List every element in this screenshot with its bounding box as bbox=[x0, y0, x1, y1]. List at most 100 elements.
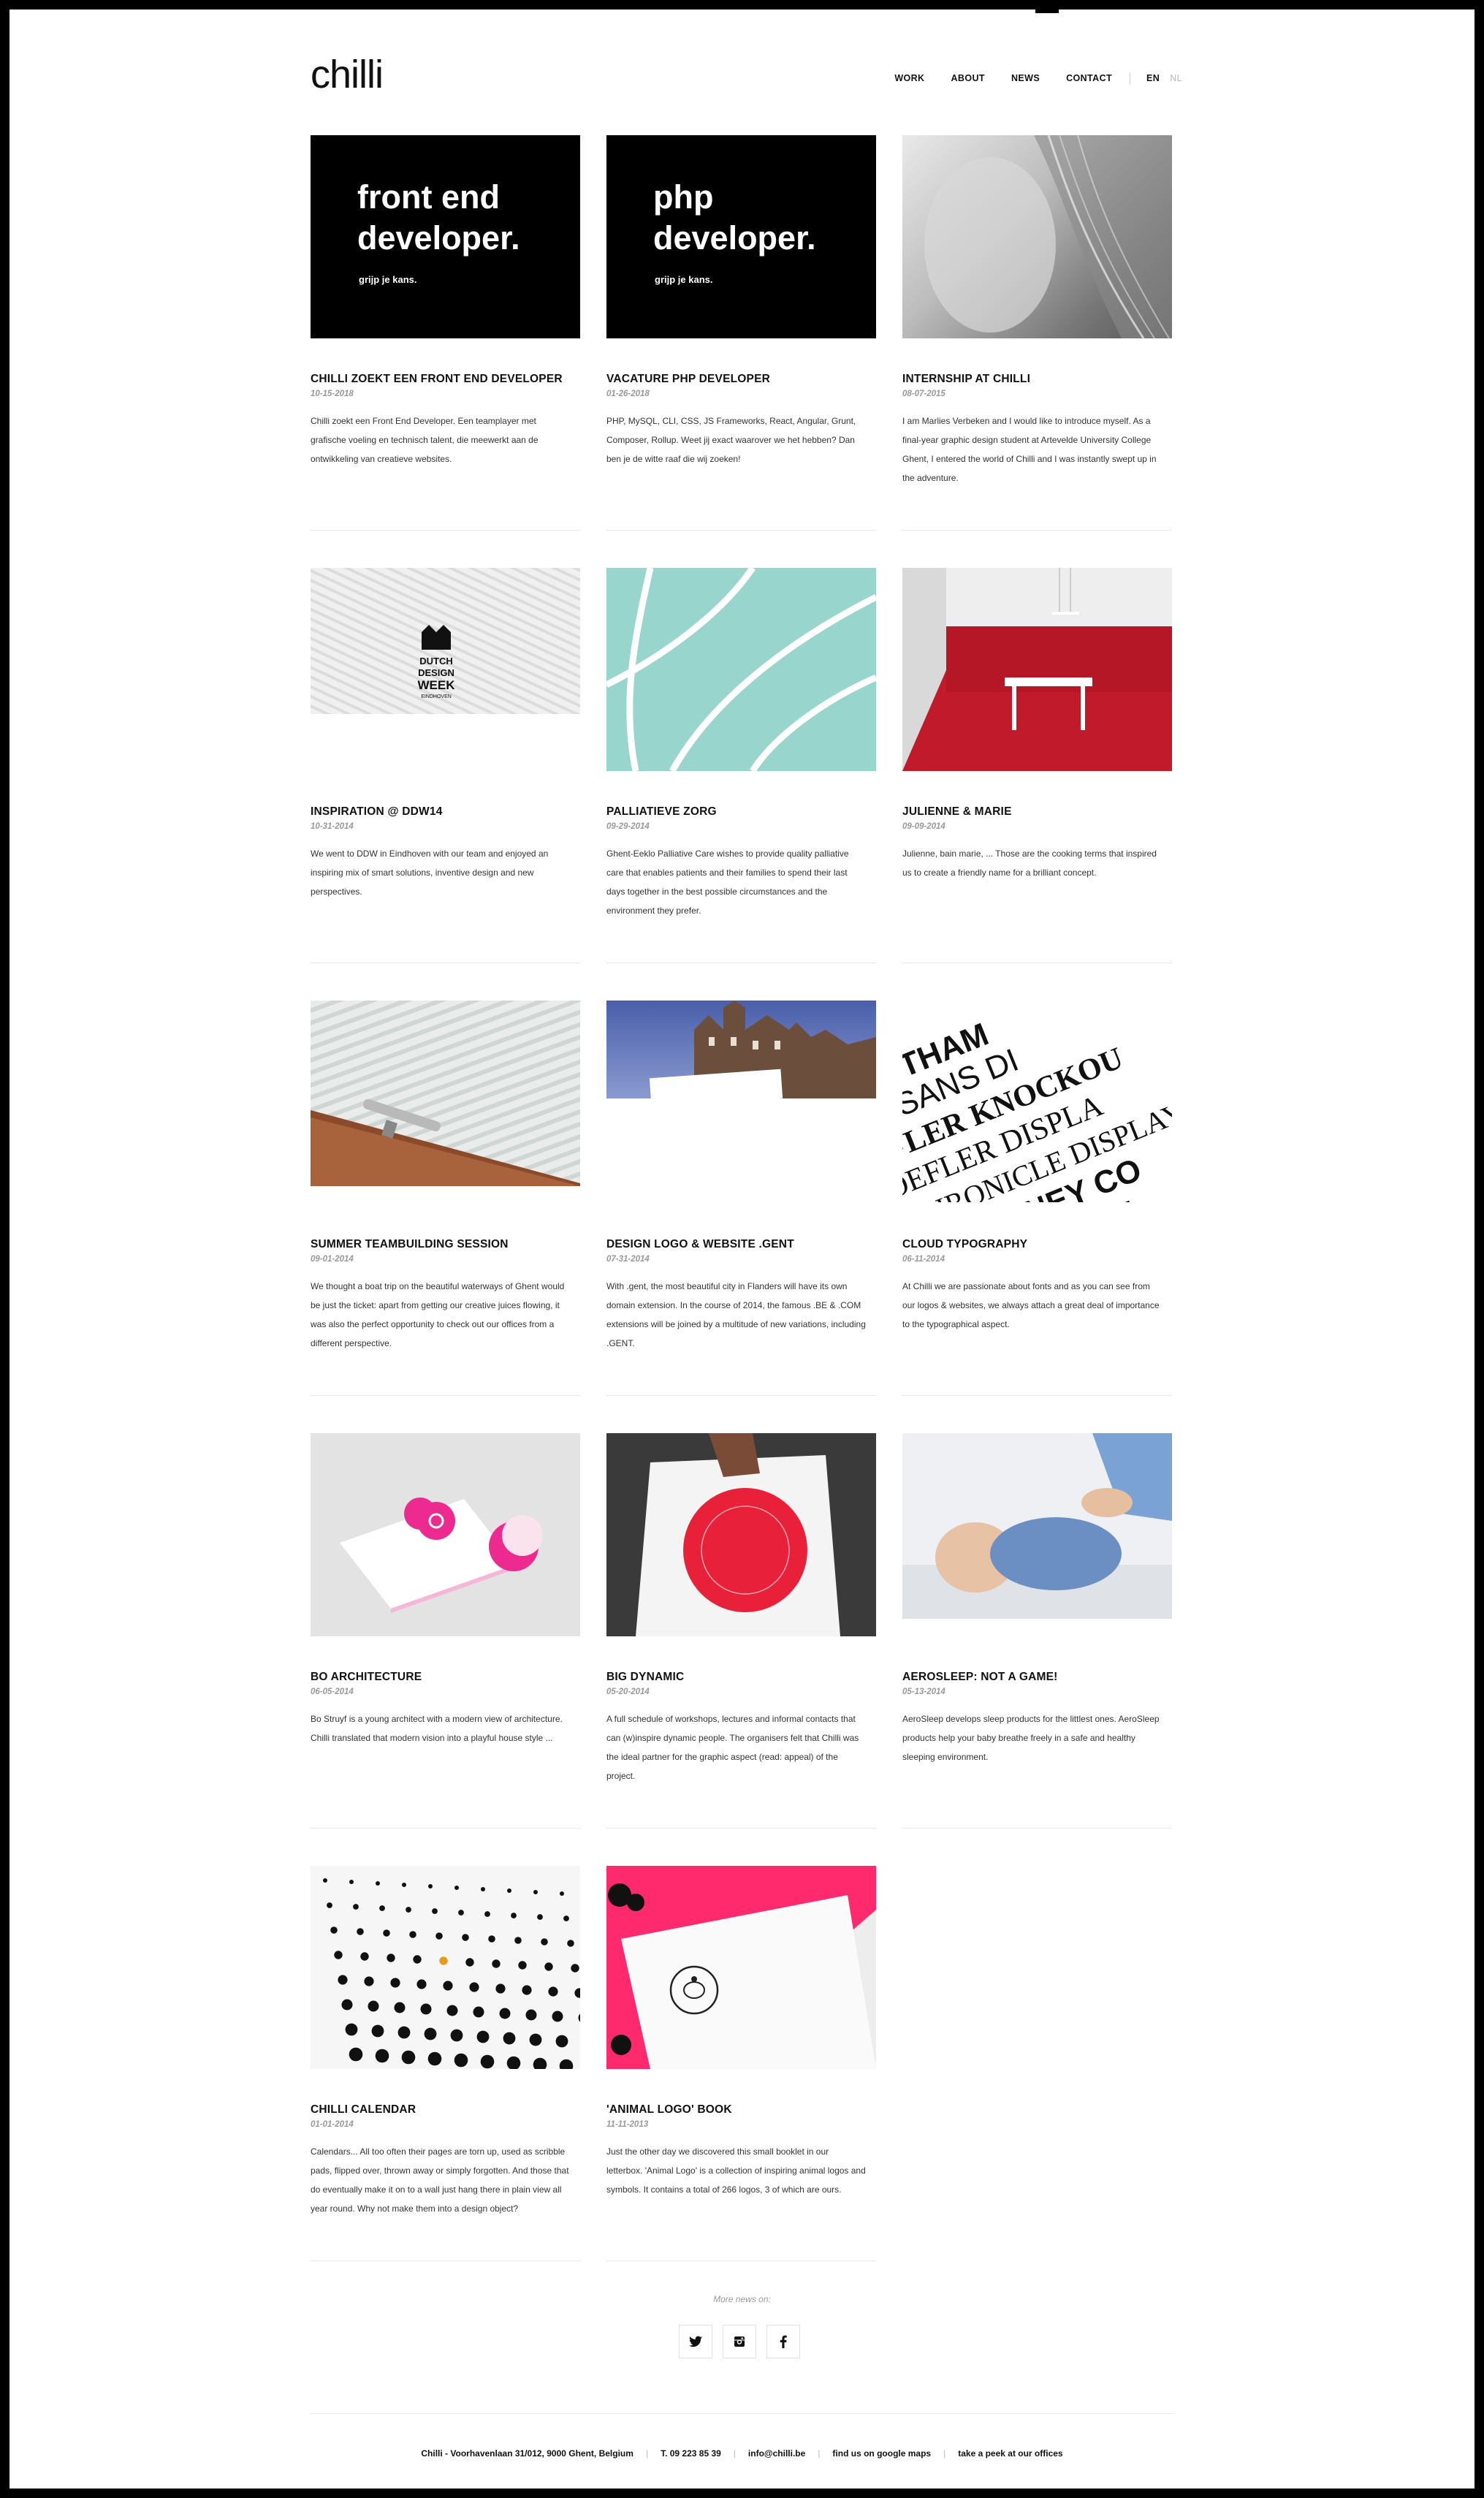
main-nav: WORK ABOUT NEWS CONTACT EN NL bbox=[868, 72, 1182, 84]
nav-about[interactable]: ABOUT bbox=[951, 73, 985, 83]
more-news-label: More news on: bbox=[713, 2294, 771, 2304]
calendar-dot bbox=[323, 1878, 327, 1883]
calendar-dot bbox=[345, 2023, 358, 2036]
instagram-button[interactable] bbox=[723, 2325, 756, 2358]
calendar-dot bbox=[401, 2050, 416, 2065]
card-thumbnail[interactable] bbox=[311, 1001, 580, 1186]
card-title[interactable]: INTERNSHIP AT CHILLI bbox=[902, 373, 1030, 386]
news-card: INTERNSHIP AT CHILLI 08-07-2015 I am Mar… bbox=[902, 135, 1172, 568]
card-title[interactable]: CHILLI ZOEKT EEN FRONT END DEVELOPER bbox=[311, 373, 563, 386]
calendar-dot bbox=[476, 2030, 490, 2043]
card-thumbnail[interactable]: GOTHAM AL SANS DI FLER KNOCKOU ROEFLER D… bbox=[902, 1001, 1172, 1202]
card-thumbnail[interactable] bbox=[311, 1866, 580, 2069]
card-thumbnail[interactable] bbox=[606, 1433, 876, 1636]
card-date: 06-05-2014 bbox=[311, 1688, 354, 1696]
card-title[interactable]: CHILLI CALENDAR bbox=[311, 2103, 416, 2117]
card-thumbnail[interactable]: DUTCH DESIGN WEEK EINDHOVEN bbox=[311, 568, 580, 714]
calendar-dot bbox=[376, 1881, 380, 1886]
card-divider bbox=[606, 2260, 876, 2261]
lang-en[interactable]: EN bbox=[1146, 73, 1160, 83]
card-date: 06-11-2014 bbox=[902, 1255, 945, 1264]
card-title[interactable]: BO ARCHITECTURE bbox=[311, 1671, 422, 1684]
calendar-dot bbox=[484, 1911, 490, 1917]
card-thumbnail[interactable] bbox=[606, 1866, 876, 2069]
calendar-dot bbox=[327, 1902, 332, 1908]
restaurant-interior-photo bbox=[902, 568, 1172, 771]
nav-work[interactable]: WORK bbox=[894, 73, 924, 83]
card-divider bbox=[606, 530, 876, 531]
calendar-dot bbox=[563, 1916, 569, 1921]
facebook-button[interactable] bbox=[766, 2325, 800, 2358]
card-excerpt: Bo Struyf is a young architect with a mo… bbox=[311, 1714, 563, 1743]
card-title[interactable]: DESIGN LOGO & WEBSITE .GENT bbox=[606, 1238, 794, 1251]
card-title[interactable]: AEROSLEEP: NOT A GAME! bbox=[902, 1671, 1058, 1684]
card-thumbnail[interactable] bbox=[902, 568, 1172, 771]
card-excerpt: At Chilli we are passionate about fonts … bbox=[902, 1281, 1160, 1329]
card-excerpt: I am Marlies Verbeken and I would like t… bbox=[902, 416, 1157, 483]
card-title[interactable]: BIG DYNAMIC bbox=[606, 1671, 684, 1684]
calendar-dot bbox=[525, 2009, 537, 2021]
card-title[interactable]: INSPIRATION @ DDW14 bbox=[311, 805, 443, 819]
card-title[interactable]: 'ANIMAL LOGO' BOOK bbox=[606, 2103, 732, 2117]
card-thumbnail[interactable]: front end developer. grijp je kans. bbox=[311, 135, 580, 338]
poster-line-2: developer. bbox=[357, 219, 520, 257]
calendar-dot bbox=[439, 1956, 448, 1965]
calendar-dot bbox=[473, 2006, 484, 2018]
news-card: BIG DYNAMIC 05-20-2014 A full schedule o… bbox=[606, 1433, 876, 1866]
card-date: 07-31-2014 bbox=[606, 1255, 650, 1264]
news-card: php developer. grijp je kans. VACATURE P… bbox=[606, 135, 876, 568]
footer-maps-link[interactable]: find us on google maps bbox=[832, 2448, 931, 2459]
business-cards-photo bbox=[340, 1497, 543, 1613]
footer-offices-link[interactable]: take a peek at our offices bbox=[958, 2448, 1062, 2459]
typography-collage: GOTHAM AL SANS DI FLER KNOCKOU ROEFLER D… bbox=[902, 1017, 1172, 1202]
calendar-dot bbox=[481, 1887, 485, 1891]
calendar-dot bbox=[402, 1883, 406, 1887]
calendar-dot bbox=[406, 1907, 411, 1913]
nav-contact[interactable]: CONTACT bbox=[1066, 73, 1112, 83]
news-card: front end developer. grijp je kans. CHIL… bbox=[311, 135, 580, 568]
calendar-dot bbox=[514, 1937, 522, 1944]
footer-phone[interactable]: T. 09 223 85 39 bbox=[661, 2448, 721, 2459]
logo[interactable]: chilli bbox=[311, 52, 384, 97]
calendar-dot bbox=[571, 1964, 579, 1973]
card-excerpt: Julienne, bain marie, ... Those are the … bbox=[902, 849, 1157, 878]
card-thumbnail[interactable] bbox=[606, 1001, 876, 1098]
news-card: 'ANIMAL LOGO' BOOK 11-11-2013 Just the o… bbox=[606, 1866, 876, 2298]
calendar-dot bbox=[330, 1926, 338, 1934]
calendar-dot bbox=[334, 1951, 343, 1959]
news-card: DESIGN LOGO & WEBSITE .GENT 07-31-2014 W… bbox=[606, 1001, 876, 1433]
nav-news[interactable]: NEWS bbox=[1011, 73, 1040, 83]
calendar-dot bbox=[338, 1975, 348, 1985]
card-title[interactable]: JULIENNE & MARIE bbox=[902, 805, 1012, 819]
lang-nl[interactable]: NL bbox=[1170, 73, 1182, 83]
card-title[interactable]: PALLIATIEVE ZORG bbox=[606, 805, 717, 819]
card-title[interactable]: VACATURE PHP DEVELOPER bbox=[606, 373, 770, 386]
svg-text:DUTCH: DUTCH bbox=[419, 656, 453, 667]
calendar-dot bbox=[349, 1880, 354, 1884]
card-divider bbox=[311, 530, 580, 531]
calendar-dot bbox=[446, 2005, 458, 2016]
calendar-dot bbox=[424, 2027, 437, 2040]
card-thumbnail[interactable] bbox=[311, 1433, 580, 1636]
card-divider bbox=[606, 1395, 876, 1396]
portrait-photo bbox=[924, 135, 1172, 338]
calendar-dot bbox=[555, 2035, 568, 2048]
card-date: 10-15-2018 bbox=[311, 390, 354, 398]
card-title[interactable]: CLOUD TYPOGRAPHY bbox=[902, 1238, 1027, 1251]
twitter-button[interactable] bbox=[679, 2325, 712, 2358]
calendar-dot bbox=[341, 1999, 353, 2011]
calendar-dot bbox=[506, 2056, 521, 2069]
card-thumbnail[interactable] bbox=[606, 568, 876, 771]
card-thumbnail[interactable] bbox=[902, 135, 1172, 338]
card-thumbnail[interactable]: php developer. grijp je kans. bbox=[606, 135, 876, 338]
card-thumbnail[interactable] bbox=[902, 1433, 1172, 1619]
animal-logo-book-photo bbox=[606, 1866, 876, 2069]
calendar-dot bbox=[409, 1931, 416, 1938]
card-divider bbox=[606, 1828, 876, 1829]
card-title[interactable]: SUMMER TEAMBUILDING SESSION bbox=[311, 1238, 509, 1251]
footer-email[interactable]: info@chilli.be bbox=[748, 2448, 805, 2459]
calendar-dot bbox=[349, 2047, 363, 2062]
news-card: PALLIATIEVE ZORG 09-29-2014 Ghent-Eeklo … bbox=[606, 568, 876, 1001]
php-poster: php developer. grijp je kans. bbox=[653, 178, 816, 285]
news-card: DUTCH DESIGN WEEK EINDHOVEN INSPIRATION … bbox=[311, 568, 580, 1001]
